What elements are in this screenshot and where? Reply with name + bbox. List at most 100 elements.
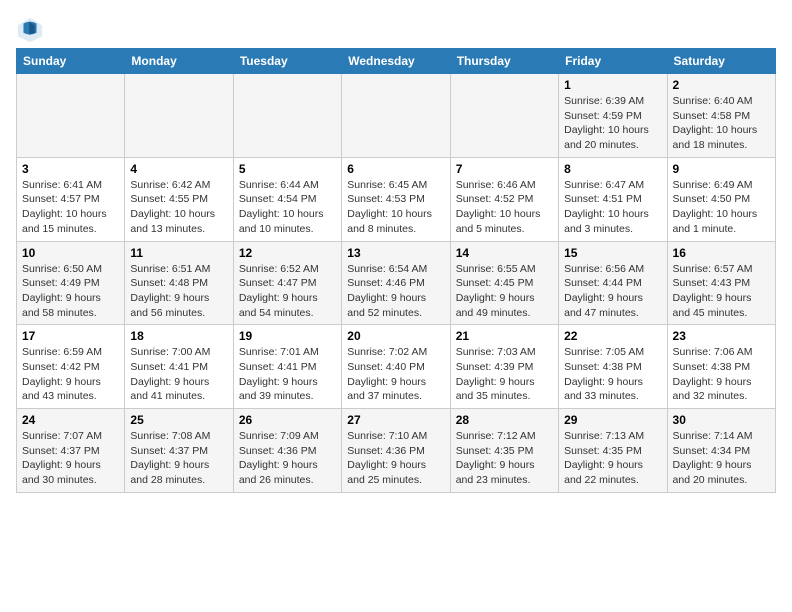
logo: [16, 16, 48, 44]
calendar-cell: 6 Sunrise: 6:45 AM Sunset: 4:53 PM Daylig…: [342, 157, 450, 241]
day-info: Sunrise: 7:03 AM Sunset: 4:39 PM Dayligh…: [456, 345, 553, 404]
calendar-cell: 13Sunrise: 6:54 AM Sunset: 4:46 PM Dayli…: [342, 241, 450, 325]
day-number: 25: [130, 413, 227, 427]
calendar-cell: [342, 74, 450, 158]
day-number: 11: [130, 246, 227, 260]
day-number: 18: [130, 329, 227, 343]
calendar-cell: 24 Sunrise: 7:07 AM Sunset: 4:37 PM Dayli…: [17, 409, 125, 493]
calendar-cell: 27 Sunrise: 7:10 AM Sunset: 4:36 PM Dayli…: [342, 409, 450, 493]
calendar-cell: 3 Sunrise: 6:41 AM Sunset: 4:57 PM Daylig…: [17, 157, 125, 241]
day-number: 17: [22, 329, 119, 343]
day-info: Sunrise: 6:45 AM Sunset: 4:53 PM Dayligh…: [347, 178, 444, 237]
day-number: 20: [347, 329, 444, 343]
day-number: 7: [456, 162, 553, 176]
day-info: Sunrise: 7:10 AM Sunset: 4:36 PM Dayligh…: [347, 429, 444, 488]
day-number: 19: [239, 329, 336, 343]
calendar-cell: 25 Sunrise: 7:08 AM Sunset: 4:37 PM Dayli…: [125, 409, 233, 493]
calendar-cell: 8Sunrise: 6:47 AM Sunset: 4:51 PM Daylig…: [559, 157, 667, 241]
day-info: Sunrise: 7:14 AM Sunset: 4:34 PM Dayligh…: [673, 429, 770, 488]
calendar-cell: 28Sunrise: 7:12 AM Sunset: 4:35 PM Dayli…: [450, 409, 558, 493]
day-info: Sunrise: 6:59 AM Sunset: 4:42 PM Dayligh…: [22, 345, 119, 404]
day-info: Sunrise: 6:54 AM Sunset: 4:46 PM Dayligh…: [347, 262, 444, 321]
calendar-cell: 26Sunrise: 7:09 AM Sunset: 4:36 PM Dayli…: [233, 409, 341, 493]
day-number: 28: [456, 413, 553, 427]
calendar-cell: 1 Sunrise: 6:39 AM Sunset: 4:59 PM Daylig…: [559, 74, 667, 158]
day-number: 5: [239, 162, 336, 176]
calendar-cell: 29 Sunrise: 7:13 AM Sunset: 4:35 PM Dayli…: [559, 409, 667, 493]
week-row-1: 1 Sunrise: 6:39 AM Sunset: 4:59 PM Daylig…: [17, 74, 776, 158]
calendar-cell: 20Sunrise: 7:02 AM Sunset: 4:40 PM Dayli…: [342, 325, 450, 409]
day-info: Sunrise: 6:51 AM Sunset: 4:48 PM Dayligh…: [130, 262, 227, 321]
weekday-header-tuesday: Tuesday: [233, 49, 341, 74]
day-number: 8: [564, 162, 661, 176]
week-row-4: 17 Sunrise: 6:59 AM Sunset: 4:42 PM Dayli…: [17, 325, 776, 409]
day-number: 10: [22, 246, 119, 260]
calendar-cell: [125, 74, 233, 158]
calendar-cell: [233, 74, 341, 158]
week-row-5: 24 Sunrise: 7:07 AM Sunset: 4:37 PM Dayli…: [17, 409, 776, 493]
day-info: Sunrise: 6:40 AM Sunset: 4:58 PM Dayligh…: [673, 94, 770, 153]
day-info: Sunrise: 7:06 AM Sunset: 4:38 PM Dayligh…: [673, 345, 770, 404]
day-number: 26: [239, 413, 336, 427]
calendar-cell: 21 Sunrise: 7:03 AM Sunset: 4:39 PM Dayli…: [450, 325, 558, 409]
calendar-cell: 22 Sunrise: 7:05 AM Sunset: 4:38 PM Dayli…: [559, 325, 667, 409]
weekday-header-friday: Friday: [559, 49, 667, 74]
day-number: 2: [673, 78, 770, 92]
day-number: 9: [673, 162, 770, 176]
day-number: 16: [673, 246, 770, 260]
day-info: Sunrise: 6:46 AM Sunset: 4:52 PM Dayligh…: [456, 178, 553, 237]
day-info: Sunrise: 6:39 AM Sunset: 4:59 PM Dayligh…: [564, 94, 661, 153]
day-number: 1: [564, 78, 661, 92]
day-number: 4: [130, 162, 227, 176]
weekday-header-sunday: Sunday: [17, 49, 125, 74]
day-number: 15: [564, 246, 661, 260]
calendar-cell: 17 Sunrise: 6:59 AM Sunset: 4:42 PM Dayli…: [17, 325, 125, 409]
header: [16, 16, 776, 44]
weekday-header-wednesday: Wednesday: [342, 49, 450, 74]
weekday-header-monday: Monday: [125, 49, 233, 74]
day-info: Sunrise: 6:49 AM Sunset: 4:50 PM Dayligh…: [673, 178, 770, 237]
day-info: Sunrise: 6:56 AM Sunset: 4:44 PM Dayligh…: [564, 262, 661, 321]
day-info: Sunrise: 7:08 AM Sunset: 4:37 PM Dayligh…: [130, 429, 227, 488]
weekday-header-saturday: Saturday: [667, 49, 775, 74]
day-number: 22: [564, 329, 661, 343]
day-info: Sunrise: 6:41 AM Sunset: 4:57 PM Dayligh…: [22, 178, 119, 237]
calendar-cell: 4 Sunrise: 6:42 AM Sunset: 4:55 PM Daylig…: [125, 157, 233, 241]
day-info: Sunrise: 6:52 AM Sunset: 4:47 PM Dayligh…: [239, 262, 336, 321]
day-info: Sunrise: 7:05 AM Sunset: 4:38 PM Dayligh…: [564, 345, 661, 404]
day-info: Sunrise: 6:42 AM Sunset: 4:55 PM Dayligh…: [130, 178, 227, 237]
calendar-cell: 23 Sunrise: 7:06 AM Sunset: 4:38 PM Dayli…: [667, 325, 775, 409]
day-info: Sunrise: 6:57 AM Sunset: 4:43 PM Dayligh…: [673, 262, 770, 321]
calendar-cell: 14Sunrise: 6:55 AM Sunset: 4:45 PM Dayli…: [450, 241, 558, 325]
calendar-cell: 9 Sunrise: 6:49 AM Sunset: 4:50 PM Daylig…: [667, 157, 775, 241]
day-number: 23: [673, 329, 770, 343]
calendar-cell: 18Sunrise: 7:00 AM Sunset: 4:41 PM Dayli…: [125, 325, 233, 409]
calendar-cell: 11 Sunrise: 6:51 AM Sunset: 4:48 PM Dayli…: [125, 241, 233, 325]
day-number: 29: [564, 413, 661, 427]
calendar-table: SundayMondayTuesdayWednesdayThursdayFrid…: [16, 48, 776, 493]
day-number: 21: [456, 329, 553, 343]
day-info: Sunrise: 7:13 AM Sunset: 4:35 PM Dayligh…: [564, 429, 661, 488]
page-container: SundayMondayTuesdayWednesdayThursdayFrid…: [16, 16, 776, 493]
day-info: Sunrise: 7:07 AM Sunset: 4:37 PM Dayligh…: [22, 429, 119, 488]
day-number: 3: [22, 162, 119, 176]
day-number: 6: [347, 162, 444, 176]
day-number: 24: [22, 413, 119, 427]
calendar-cell: 10Sunrise: 6:50 AM Sunset: 4:49 PM Dayli…: [17, 241, 125, 325]
calendar-cell: 2 Sunrise: 6:40 AM Sunset: 4:58 PM Daylig…: [667, 74, 775, 158]
day-info: Sunrise: 6:44 AM Sunset: 4:54 PM Dayligh…: [239, 178, 336, 237]
calendar-cell: 5 Sunrise: 6:44 AM Sunset: 4:54 PM Daylig…: [233, 157, 341, 241]
calendar-cell: 19 Sunrise: 7:01 AM Sunset: 4:41 PM Dayli…: [233, 325, 341, 409]
day-info: Sunrise: 7:01 AM Sunset: 4:41 PM Dayligh…: [239, 345, 336, 404]
logo-icon: [16, 16, 44, 44]
calendar-cell: 7 Sunrise: 6:46 AM Sunset: 4:52 PM Daylig…: [450, 157, 558, 241]
day-number: 27: [347, 413, 444, 427]
weekday-header-row: SundayMondayTuesdayWednesdayThursdayFrid…: [17, 49, 776, 74]
weekday-header-thursday: Thursday: [450, 49, 558, 74]
calendar-cell: 12 Sunrise: 6:52 AM Sunset: 4:47 PM Dayli…: [233, 241, 341, 325]
day-number: 12: [239, 246, 336, 260]
day-number: 30: [673, 413, 770, 427]
week-row-3: 10Sunrise: 6:50 AM Sunset: 4:49 PM Dayli…: [17, 241, 776, 325]
calendar-cell: 15 Sunrise: 6:56 AM Sunset: 4:44 PM Dayli…: [559, 241, 667, 325]
week-row-2: 3 Sunrise: 6:41 AM Sunset: 4:57 PM Daylig…: [17, 157, 776, 241]
